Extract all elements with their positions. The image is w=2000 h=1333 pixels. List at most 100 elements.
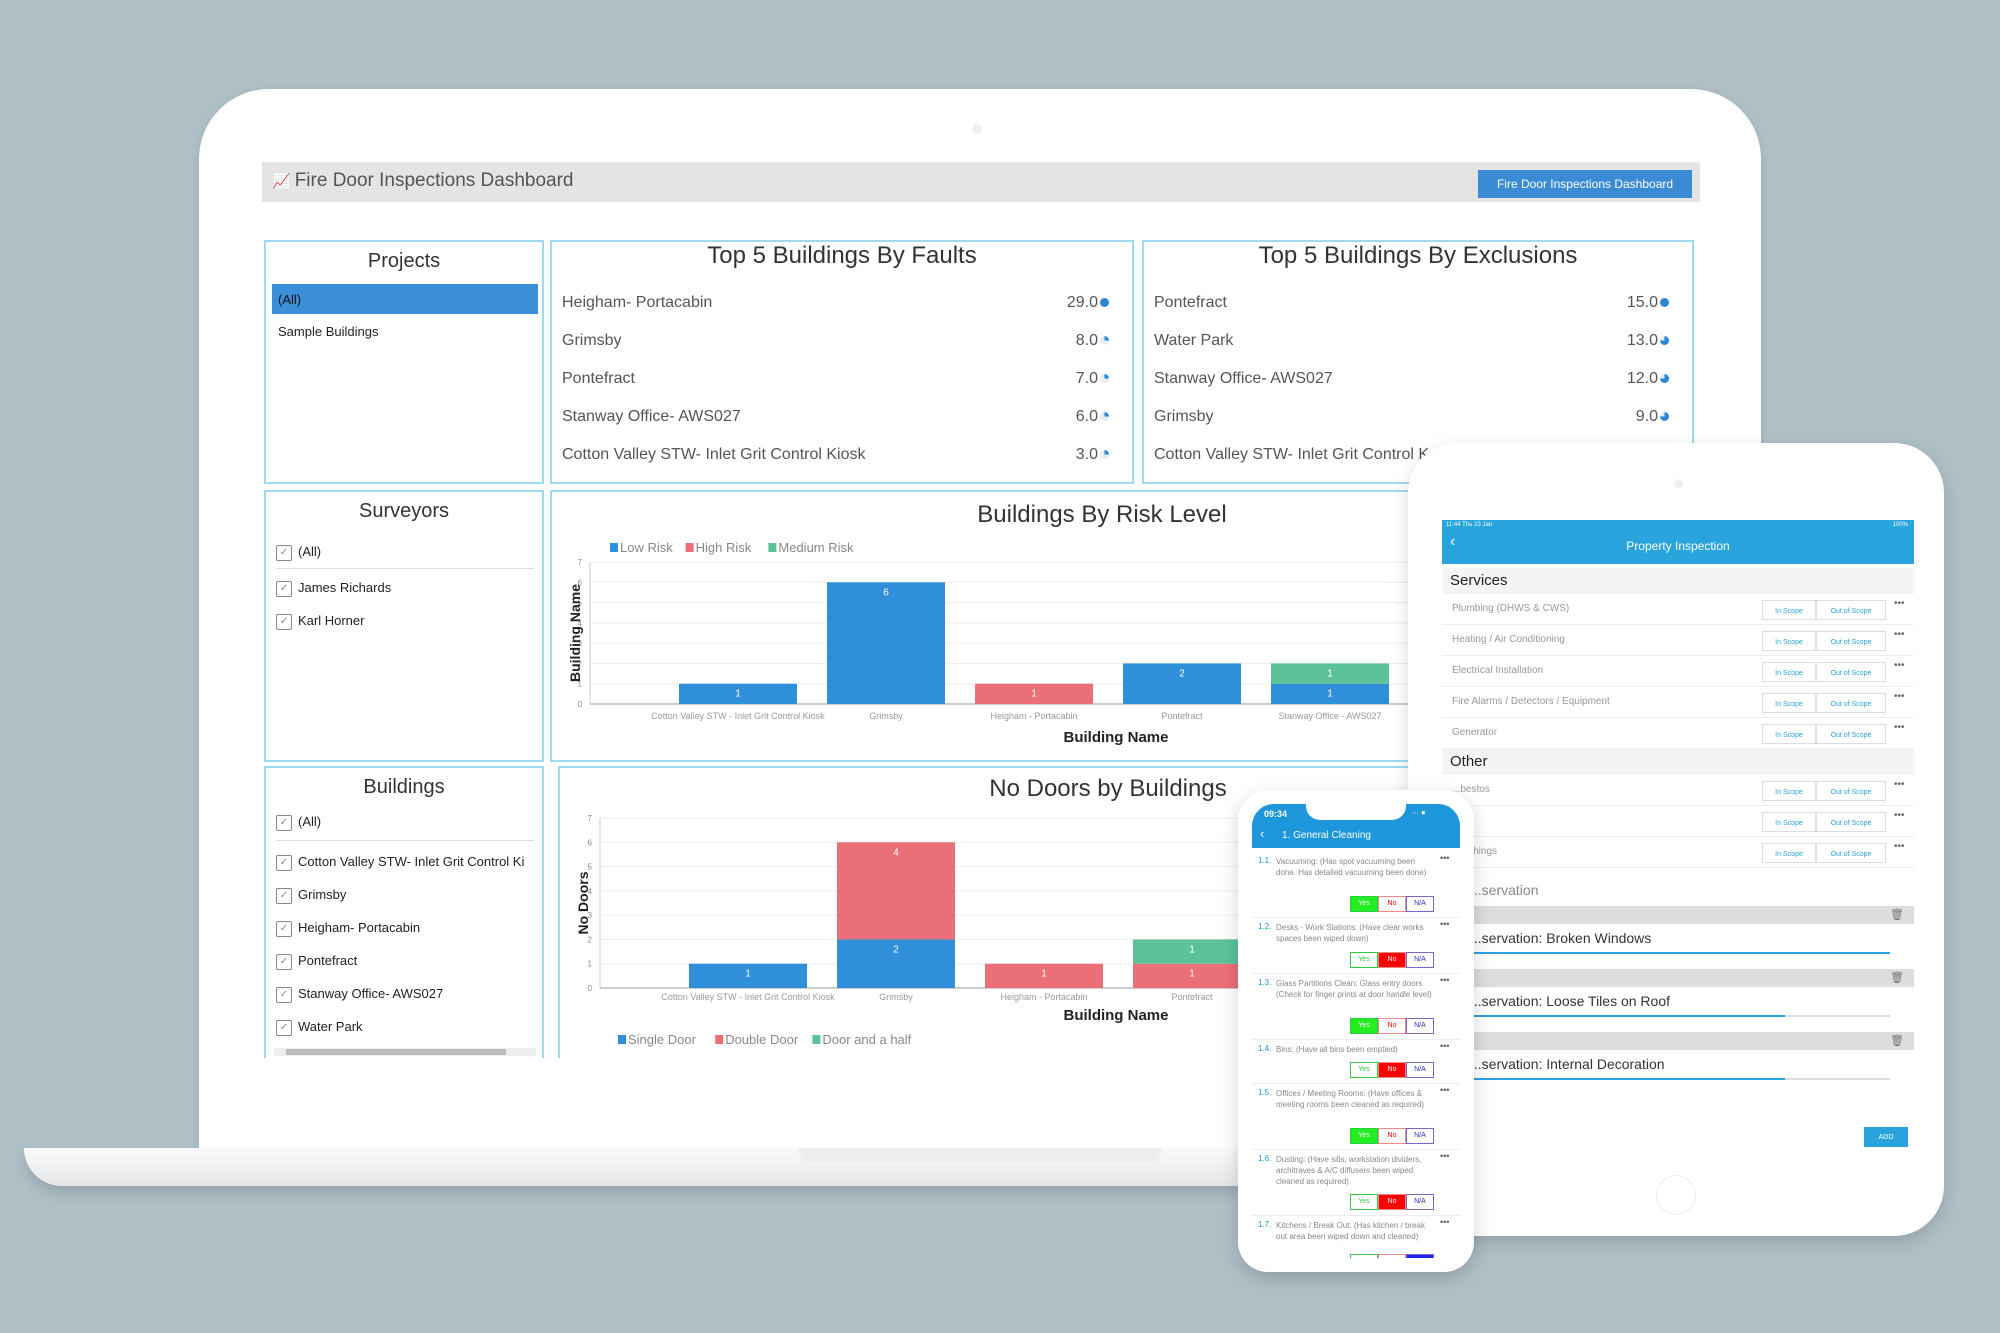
out-of-scope-button[interactable]: Out of Scope (1816, 693, 1886, 713)
building-filter-item[interactable]: ✓ Water Park (276, 1019, 363, 1036)
yes-button[interactable]: Yes (1350, 1062, 1378, 1078)
no-button[interactable]: No (1378, 1194, 1406, 1210)
building-filter-item[interactable]: ✓ Cotton Valley STW- Inlet Grit Control K… (276, 854, 524, 871)
building-filter-item[interactable]: ✓ (All) (276, 814, 321, 831)
no-button[interactable]: No (1378, 1062, 1406, 1078)
trash-icon[interactable]: 🗑 (1890, 1034, 1904, 1047)
more-options-icon[interactable]: ••• (1894, 722, 1905, 733)
checkbox-icon[interactable]: ✓ (276, 887, 292, 904)
out-of-scope-button[interactable]: Out of Scope (1816, 724, 1886, 744)
out-of-scope-button[interactable]: Out of Scope (1816, 843, 1886, 863)
observation-text[interactable]: ...servation: Internal Decoration (1470, 1056, 1665, 1072)
na-button[interactable]: N/A (1406, 1128, 1434, 1144)
out-of-scope-button[interactable]: Out of Scope (1816, 812, 1886, 832)
in-scope-button[interactable]: In Scope (1762, 631, 1816, 651)
answer-toggle-group: YesNoN/A (1350, 896, 1434, 912)
more-options-icon[interactable]: ••• (1894, 660, 1905, 671)
out-of-scope-button[interactable]: Out of Scope (1816, 662, 1886, 682)
yes-button[interactable]: Yes (1350, 952, 1378, 968)
checkbox-icon[interactable]: ✓ (276, 953, 292, 970)
no-button[interactable]: No (1378, 1018, 1406, 1034)
checkbox-icon[interactable]: ✓ (276, 580, 292, 597)
more-options-icon[interactable]: ••• (1894, 629, 1905, 640)
answer-toggle-group: YesNoN/A (1350, 1018, 1434, 1034)
yes-button[interactable]: Yes (1350, 1018, 1378, 1034)
no-button[interactable]: No (1378, 1128, 1406, 1144)
tablet-home-button[interactable] (1656, 1175, 1696, 1215)
surveyor-item[interactable]: ✓ (All) (276, 544, 321, 561)
more-options-icon[interactable]: ••• (1894, 691, 1905, 702)
bar-data-label: 4 (893, 847, 899, 858)
na-button[interactable]: N/A (1406, 952, 1434, 968)
progress-pie-icon (1100, 450, 1109, 459)
yes-button[interactable]: Yes (1350, 1254, 1378, 1258)
bar-data-label: 1 (1327, 689, 1333, 700)
dashboard-nav-button[interactable]: Fire Door Inspections Dashboard (1478, 170, 1692, 198)
in-scope-button[interactable]: In Scope (1762, 781, 1816, 801)
trash-icon[interactable]: 🗑 (1890, 971, 1904, 984)
surveyor-item[interactable]: ✓ Karl Horner (276, 613, 364, 630)
bar-segment[interactable] (827, 582, 945, 704)
observation-text[interactable]: ...servation: Broken Windows (1470, 930, 1651, 946)
in-scope-button[interactable]: In Scope (1762, 600, 1816, 620)
trash-icon[interactable]: 🗑 (1890, 908, 1904, 921)
in-scope-button[interactable]: In Scope (1762, 724, 1816, 744)
bar-data-label: 1 (1189, 944, 1195, 955)
in-scope-button[interactable]: In Scope (1762, 812, 1816, 832)
no-button[interactable]: No (1378, 1254, 1406, 1258)
y-tick-label: 7 (578, 558, 583, 567)
building-filter-item[interactable]: ✓ Heigham- Portacabin (276, 920, 420, 937)
more-options-icon[interactable]: ••• (1894, 598, 1905, 609)
na-button[interactable]: N/A (1406, 1018, 1434, 1034)
yes-button[interactable]: Yes (1350, 896, 1378, 912)
surveyor-item[interactable]: ✓ James Richards (276, 580, 391, 597)
scrollbar-thumb[interactable] (286, 1049, 506, 1055)
more-options-icon[interactable]: ••• (1440, 919, 1449, 929)
yes-button[interactable]: Yes (1350, 1128, 1378, 1144)
no-button[interactable]: No (1378, 952, 1406, 968)
progress-pie-icon (1100, 374, 1109, 383)
building-filter-item[interactable]: ✓ Stanway Office- AWS027 (276, 986, 443, 1003)
in-scope-button[interactable]: In Scope (1762, 693, 1816, 713)
in-scope-button[interactable]: In Scope (1762, 662, 1816, 682)
add-button[interactable]: ADD (1864, 1127, 1908, 1147)
na-button[interactable]: N/A (1406, 1062, 1434, 1078)
observation-progress (1470, 952, 1890, 954)
checkbox-icon[interactable]: ✓ (276, 986, 292, 1003)
na-button[interactable]: N/A (1406, 896, 1434, 912)
list-item-name: Water Park (1154, 332, 1234, 349)
more-options-icon[interactable]: ••• (1894, 841, 1905, 852)
building-filter-item[interactable]: ✓ Grimsby (276, 887, 346, 904)
checkbox-icon[interactable]: ✓ (276, 920, 292, 937)
wifi-battery-icon: ∙∙∙ ● (1412, 808, 1426, 817)
building-filter-item[interactable]: ✓ Pontefract (276, 953, 357, 970)
checkbox-icon[interactable]: ✓ (276, 613, 292, 630)
project-item-all[interactable]: (All) (272, 284, 538, 314)
checklist-item: 1.1. Vacuuming: (Has spot vacuuming been … (1252, 852, 1460, 918)
list-item-name: Cotton Valley STW- Inlet Grit Control Ki… (562, 446, 866, 463)
more-options-icon[interactable]: ••• (1440, 1151, 1449, 1161)
out-of-scope-button[interactable]: Out of Scope (1816, 631, 1886, 651)
more-options-icon[interactable]: ••• (1440, 975, 1449, 985)
observation-text[interactable]: ...servation: Loose Tiles on Roof (1470, 993, 1670, 1009)
back-chevron-icon[interactable]: ‹ (1260, 826, 1264, 841)
checkbox-icon[interactable]: ✓ (276, 1019, 292, 1036)
more-options-icon[interactable]: ••• (1440, 1085, 1449, 1095)
out-of-scope-button[interactable]: Out of Scope (1816, 781, 1886, 801)
more-options-icon[interactable]: ••• (1440, 853, 1449, 863)
yes-button[interactable]: Yes (1350, 1194, 1378, 1210)
more-options-icon[interactable]: ••• (1894, 779, 1905, 790)
out-of-scope-button[interactable]: Out of Scope (1816, 600, 1886, 620)
buildings-scrollbar[interactable] (274, 1048, 536, 1056)
more-options-icon[interactable]: ••• (1894, 810, 1905, 821)
more-options-icon[interactable]: ••• (1440, 1041, 1449, 1051)
na-button[interactable]: N/A (1406, 1194, 1434, 1210)
project-item-sample[interactable]: Sample Buildings (278, 324, 378, 339)
checkbox-icon[interactable]: ✓ (276, 814, 292, 831)
more-options-icon[interactable]: ••• (1440, 1217, 1449, 1227)
checkbox-icon[interactable]: ✓ (276, 544, 292, 561)
checkbox-icon[interactable]: ✓ (276, 854, 292, 871)
in-scope-button[interactable]: In Scope (1762, 843, 1816, 863)
na-button[interactable]: N/A (1406, 1254, 1434, 1258)
no-button[interactable]: No (1378, 896, 1406, 912)
